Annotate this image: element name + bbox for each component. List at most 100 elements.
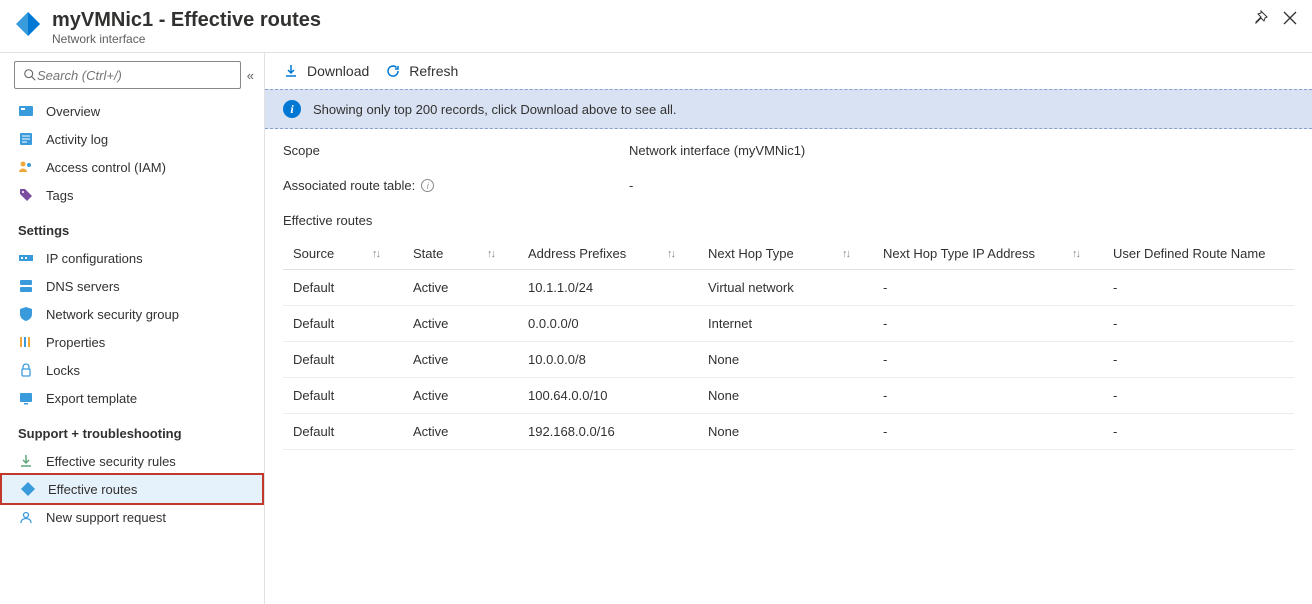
lock-icon (18, 362, 34, 378)
toolbar: Download Refresh (265, 53, 1312, 89)
cell-udr: - (1103, 270, 1294, 306)
cell-prefix: 100.64.0.0/10 (518, 378, 698, 414)
cell-state: Active (403, 342, 518, 378)
scope-label: Scope (283, 143, 629, 158)
section-support: Support + troubleshooting (0, 412, 264, 447)
cell-udr: - (1103, 414, 1294, 450)
sort-icon: ↑↓ (487, 248, 494, 260)
cell-hop: None (698, 342, 873, 378)
download-icon (18, 453, 34, 469)
table-row: DefaultActive10.1.1.0/24Virtual network-… (283, 270, 1294, 306)
banner-text: Showing only top 200 records, click Down… (313, 102, 677, 117)
cell-ip: - (873, 414, 1103, 450)
sidebar-item-export[interactable]: Export template (0, 384, 264, 412)
sort-icon: ↑↓ (667, 248, 674, 260)
cell-udr: - (1103, 378, 1294, 414)
pin-icon[interactable] (1252, 10, 1268, 26)
sidebar-item-locks[interactable]: Locks (0, 356, 264, 384)
table-row: DefaultActive100.64.0.0/10None-- (283, 378, 1294, 414)
info-banner: i Showing only top 200 records, click Do… (265, 89, 1312, 129)
ip-icon (18, 250, 34, 266)
activity-log-icon (18, 131, 34, 147)
sidebar-item-label: Effective routes (48, 482, 137, 497)
cell-ip: - (873, 270, 1103, 306)
sort-icon: ↑↓ (372, 248, 379, 260)
scope-value: Network interface (myVMNic1) (629, 143, 805, 158)
sidebar-item-activity-log[interactable]: Activity log (0, 125, 264, 153)
sidebar-item-eff-routes[interactable]: Effective routes (0, 473, 264, 505)
sidebar-item-label: Overview (46, 104, 100, 119)
col-ip[interactable]: Next Hop Type IP Address↑↓ (873, 238, 1103, 270)
sidebar-item-iam[interactable]: Access control (IAM) (0, 153, 264, 181)
refresh-button[interactable]: Refresh (385, 63, 458, 79)
cell-source: Default (283, 306, 403, 342)
assoc-table-label: Associated route table: i (283, 178, 629, 193)
download-label: Download (307, 63, 369, 79)
sidebar-item-tags[interactable]: Tags (0, 181, 264, 209)
sidebar-item-label: Properties (46, 335, 105, 350)
table-row: DefaultActive10.0.0.0/8None-- (283, 342, 1294, 378)
cell-hop: None (698, 378, 873, 414)
shield-icon (18, 306, 34, 322)
table-row: DefaultActive0.0.0.0/0Internet-- (283, 306, 1294, 342)
people-icon (18, 159, 34, 175)
export-icon (18, 390, 34, 406)
page-title: myVMNic1 - Effective routes (52, 8, 1252, 32)
collapse-sidebar-icon[interactable]: « (247, 68, 254, 83)
sidebar-item-label: Activity log (46, 132, 108, 147)
routes-title: Effective routes (283, 213, 1294, 228)
cell-source: Default (283, 270, 403, 306)
download-button[interactable]: Download (283, 63, 369, 79)
support-icon (18, 509, 34, 525)
cell-prefix: 0.0.0.0/0 (518, 306, 698, 342)
sidebar-item-new-support[interactable]: New support request (0, 503, 264, 531)
dns-icon (18, 278, 34, 294)
sidebar-item-overview[interactable]: Overview (0, 97, 264, 125)
assoc-table-value: - (629, 178, 633, 193)
col-state[interactable]: State↑↓ (403, 238, 518, 270)
sidebar-item-label: Export template (46, 391, 137, 406)
cell-udr: - (1103, 306, 1294, 342)
cell-state: Active (403, 378, 518, 414)
col-hop[interactable]: Next Hop Type↑↓ (698, 238, 873, 270)
col-source[interactable]: Source↑↓ (283, 238, 403, 270)
cell-udr: - (1103, 342, 1294, 378)
cell-hop: None (698, 414, 873, 450)
info-icon: i (283, 100, 301, 118)
sidebar-item-label: New support request (46, 510, 166, 525)
tag-icon (18, 187, 34, 203)
routes-icon (20, 481, 36, 497)
cell-source: Default (283, 414, 403, 450)
properties-icon (18, 334, 34, 350)
section-settings: Settings (0, 209, 264, 244)
cell-state: Active (403, 270, 518, 306)
nic-icon (14, 10, 42, 38)
cell-ip: - (873, 378, 1103, 414)
cell-prefix: 10.0.0.0/8 (518, 342, 698, 378)
cell-ip: - (873, 306, 1103, 342)
col-prefix[interactable]: Address Prefixes↑↓ (518, 238, 698, 270)
sort-icon: ↑↓ (1072, 248, 1079, 260)
sidebar-item-eff-security[interactable]: Effective security rules (0, 447, 264, 475)
sidebar-item-label: Tags (46, 188, 73, 203)
sidebar-item-label: Access control (IAM) (46, 160, 166, 175)
search-box[interactable] (14, 61, 241, 89)
col-udr[interactable]: User Defined Route Name (1103, 238, 1294, 270)
sidebar-item-nsg[interactable]: Network security group (0, 300, 264, 328)
sidebar-item-label: DNS servers (46, 279, 120, 294)
routes-table: Source↑↓ State↑↓ Address Prefixes↑↓ Next… (283, 238, 1294, 450)
sidebar-item-dns[interactable]: DNS servers (0, 272, 264, 300)
main-content: Download Refresh i Showing only top 200 … (265, 53, 1312, 604)
sidebar-item-ip-config[interactable]: IP configurations (0, 244, 264, 272)
sidebar-item-label: Network security group (46, 307, 179, 322)
close-icon[interactable] (1282, 10, 1298, 26)
cell-hop: Internet (698, 306, 873, 342)
cell-source: Default (283, 342, 403, 378)
sidebar-item-properties[interactable]: Properties (0, 328, 264, 356)
cell-prefix: 192.168.0.0/16 (518, 414, 698, 450)
sidebar-item-label: Locks (46, 363, 80, 378)
refresh-icon (385, 63, 401, 79)
download-icon (283, 63, 299, 79)
help-icon[interactable]: i (421, 179, 434, 192)
search-input[interactable] (37, 68, 232, 83)
